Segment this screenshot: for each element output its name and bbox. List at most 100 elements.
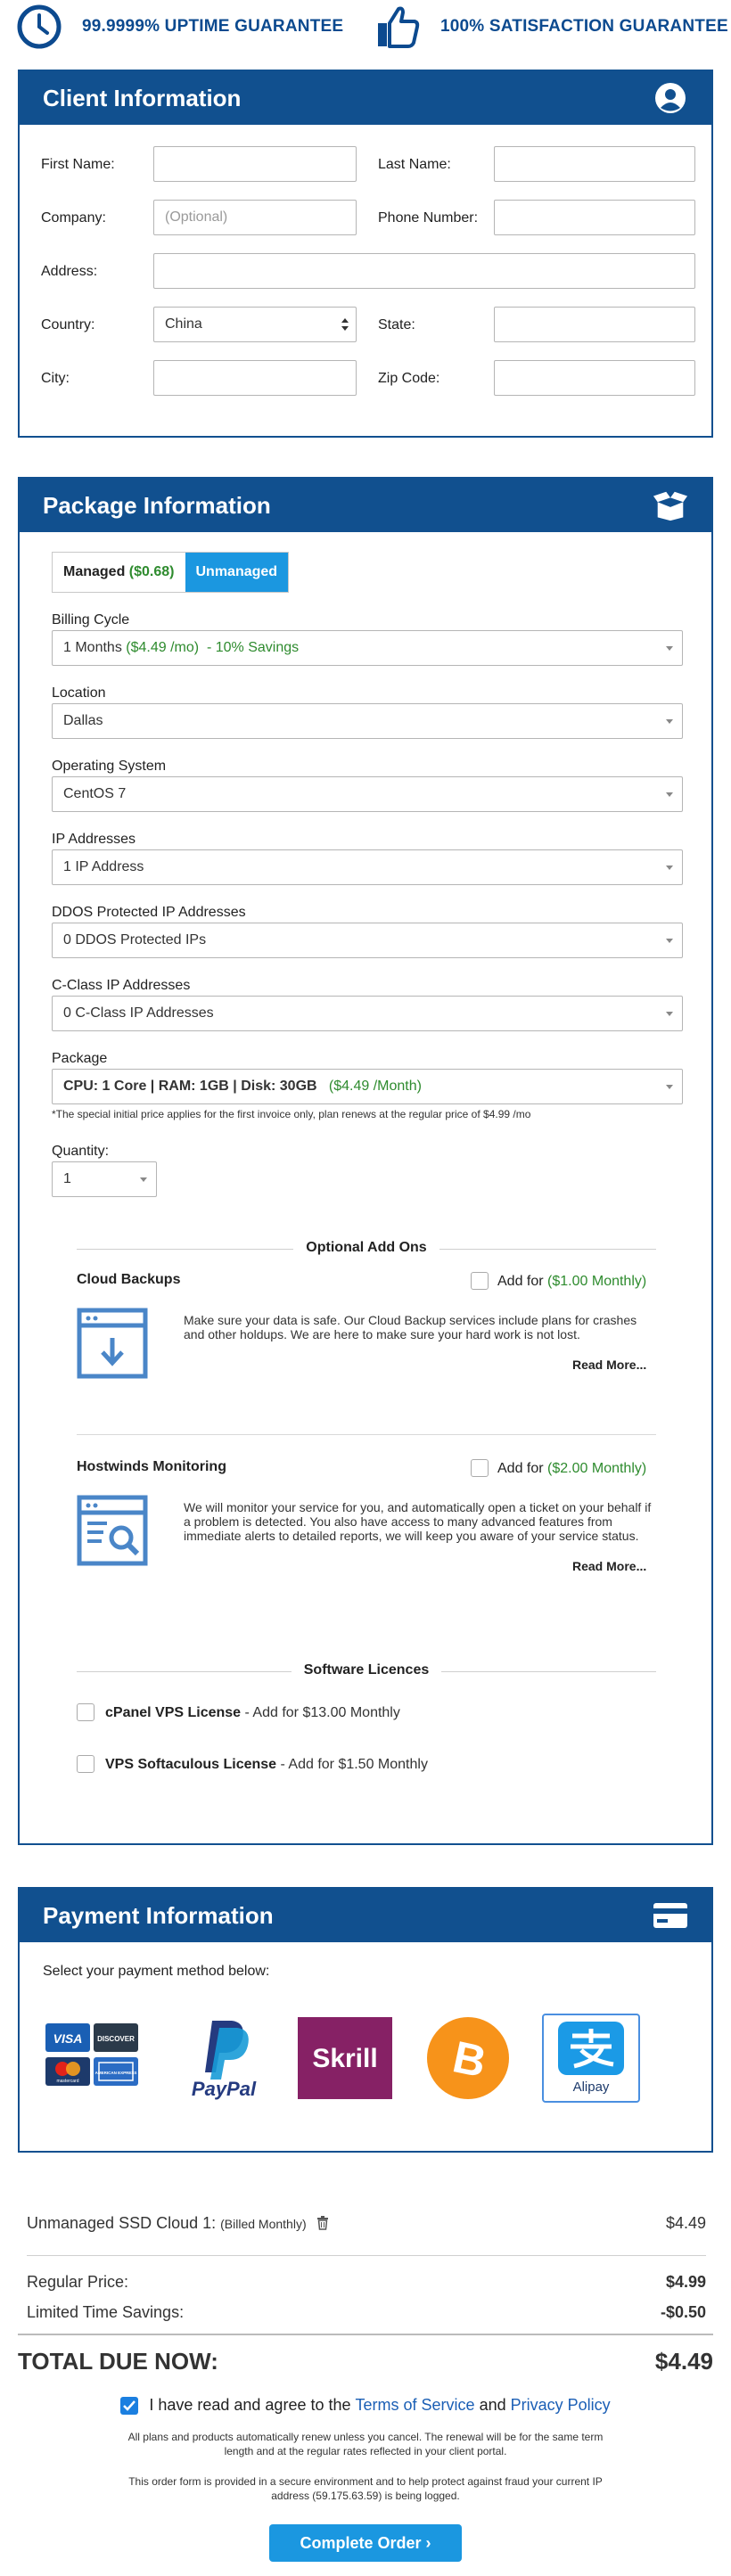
- credit-card-method[interactable]: VISA DISCOVER mastercard AMERICAN EXPRES…: [43, 2014, 141, 2103]
- regular-price-label: Regular Price:: [27, 2273, 129, 2291]
- total-divider: [18, 2334, 713, 2335]
- checkmark-icon: [123, 2400, 136, 2411]
- first-name-label: First Name:: [41, 157, 115, 172]
- payment-panel-title: Payment Information: [43, 1901, 274, 1929]
- chevron-down-icon: [666, 866, 673, 870]
- state-label: State:: [378, 317, 415, 332]
- quantity-label: Quantity:: [52, 1144, 110, 1159]
- phone-number-input[interactable]: [494, 200, 695, 235]
- paypal-method[interactable]: PayPal: [175, 2014, 273, 2103]
- monitoring-description: We will monitor your service for you, an…: [184, 1500, 652, 1543]
- credit-card-icon: [653, 1898, 688, 1933]
- cloud-backups-title: Cloud Backups: [77, 1272, 181, 1287]
- order-item-name: Unmanaged SSD Cloud 1:: [27, 2214, 217, 2232]
- first-name-input[interactable]: [153, 146, 357, 182]
- c-class-ip-label: C-Class IP Addresses: [52, 978, 191, 993]
- monitoring-checkbox[interactable]: [471, 1459, 489, 1477]
- address-input[interactable]: [153, 253, 695, 289]
- regular-price-row: Regular Price: $4.99: [27, 2273, 706, 2292]
- amex-label: AMERICAN EXPRESS: [95, 2071, 137, 2075]
- cloud-backups-checkbox[interactable]: [471, 1272, 489, 1290]
- quantity-select[interactable]: 1: [52, 1161, 157, 1197]
- managed-option[interactable]: Managed ($0.68): [53, 553, 185, 592]
- paypal-logo-icon: PayPal: [192, 2021, 257, 2100]
- discover-label: DISCOVER: [97, 2035, 135, 2043]
- alipay-logo-icon: Alipay: [558, 2022, 624, 2095]
- zip-code-label: Zip Code:: [378, 371, 440, 386]
- addon-separator: [77, 1434, 656, 1435]
- ddos-ip-value: 0 DDOS Protected IPs: [63, 932, 207, 948]
- bitcoin-method[interactable]: B: [419, 2014, 517, 2103]
- package-label: Package: [52, 1051, 108, 1066]
- billing-cycle-price: ($4.49 /mo): [126, 640, 200, 655]
- cloud-backups-add-text: Add for: [497, 1274, 544, 1289]
- unmanaged-option[interactable]: Unmanaged: [185, 553, 289, 592]
- skrill-method[interactable]: Skrill: [296, 2014, 394, 2103]
- regular-price-value: $4.99: [665, 2273, 706, 2291]
- monitoring-title: Hostwinds Monitoring: [77, 1459, 226, 1474]
- guarantee-banner: 99.9999% UPTIME GUARANTEE 100% SATISFACT…: [0, 0, 731, 53]
- bitcoin-logo-icon: B: [427, 2017, 509, 2099]
- agree-and: and: [479, 2396, 506, 2414]
- ddos-ip-label: DDOS Protected IP Addresses: [52, 905, 246, 920]
- monitoring-read-more[interactable]: Read More...: [572, 1559, 646, 1573]
- optional-add-ons-divider: Optional Add Ons: [77, 1240, 656, 1258]
- location-value: Dallas: [63, 713, 103, 728]
- management-toggle: Managed ($0.68) Unmanaged: [52, 552, 290, 593]
- location-select[interactable]: Dallas: [52, 703, 683, 739]
- c-class-ip-select[interactable]: 0 C-Class IP Addresses: [52, 996, 683, 1031]
- package-spec: CPU: 1 Core | RAM: 1GB | Disk: 30GB: [63, 1079, 317, 1094]
- state-input[interactable]: [494, 307, 695, 342]
- package-select[interactable]: CPU: 1 Core | RAM: 1GB | Disk: 30GB ($4.…: [52, 1069, 683, 1104]
- billing-cycle-label: Billing Cycle: [52, 612, 130, 628]
- operating-system-label: Operating System: [52, 759, 167, 774]
- uptime-guarantee: 99.9999% UPTIME GUARANTEE: [16, 0, 343, 53]
- client-information-panel: Client Information First Name: Last Name…: [18, 70, 713, 438]
- summary-divider: [27, 2255, 706, 2256]
- paypal-label: PayPal: [192, 2078, 257, 2100]
- softaculous-license-checkbox[interactable]: [77, 1755, 94, 1773]
- zip-code-input[interactable]: [494, 360, 695, 396]
- terms-of-service-link[interactable]: Terms of Service: [356, 2396, 475, 2415]
- trash-icon[interactable]: [316, 2216, 329, 2230]
- privacy-policy-link[interactable]: Privacy Policy: [511, 2396, 611, 2415]
- thumbs-up-icon: [378, 6, 420, 48]
- cpanel-license-name: cPanel VPS License: [105, 1705, 242, 1720]
- satisfaction-guarantee: 100% SATISFACTION GUARANTEE: [374, 0, 728, 53]
- payment-panel-header: Payment Information: [20, 1889, 711, 1942]
- uptime-text: 99.9999% UPTIME GUARANTEE: [82, 17, 344, 36]
- last-name-input[interactable]: [494, 146, 695, 182]
- credit-cards-logos-icon: VISA DISCOVER mastercard AMERICAN EXPRES…: [45, 2023, 138, 2086]
- cloud-backups-read-more[interactable]: Read More...: [572, 1358, 646, 1372]
- softaculous-license-price: - Add for $1.50 Monthly: [280, 1757, 428, 1772]
- select-arrows-icon: [341, 318, 349, 331]
- agree-checkbox[interactable]: [120, 2396, 139, 2415]
- ip-addresses-label: IP Addresses: [52, 832, 136, 847]
- total-due-row: TOTAL DUE NOW: $4.49: [18, 2348, 713, 2375]
- ip-addresses-select[interactable]: 1 IP Address: [52, 849, 683, 885]
- software-licences-divider: Software Licences: [77, 1662, 656, 1680]
- skrill-logo-icon: Skrill: [298, 2017, 392, 2099]
- savings-value: -$0.50: [660, 2303, 706, 2321]
- chevron-down-icon: [666, 792, 673, 797]
- phone-number-label: Phone Number:: [378, 210, 479, 226]
- ddos-ip-select[interactable]: 0 DDOS Protected IPs: [52, 923, 683, 958]
- country-select[interactable]: China: [153, 307, 357, 342]
- savings-row: Limited Time Savings: -$0.50: [27, 2303, 706, 2322]
- city-input[interactable]: [153, 360, 357, 396]
- complete-order-button[interactable]: Complete Order ›: [269, 2524, 462, 2562]
- company-label: Company:: [41, 210, 106, 226]
- secure-notice: This order form is provided in a secure …: [128, 2475, 603, 2502]
- cpanel-license-checkbox[interactable]: [77, 1703, 94, 1721]
- order-item-details: Unmanaged SSD Cloud 1: (Billed Monthly): [27, 2214, 329, 2233]
- last-name-label: Last Name:: [378, 157, 451, 172]
- package-price-note: *The special initial price applies for t…: [52, 1108, 531, 1120]
- company-input[interactable]: [153, 200, 357, 235]
- operating-system-select[interactable]: CentOS 7: [52, 776, 683, 812]
- terms-agreement: I have read and agree to the Terms of Se…: [0, 2396, 731, 2415]
- billing-cycle-select[interactable]: 1 Months ($4.49 /mo) - 10% Savings: [52, 630, 683, 666]
- package-panel-title: Package Information: [43, 491, 271, 519]
- backup-download-icon: [77, 1308, 148, 1379]
- savings-label: Limited Time Savings:: [27, 2303, 185, 2321]
- alipay-method[interactable]: Alipay: [542, 2014, 640, 2103]
